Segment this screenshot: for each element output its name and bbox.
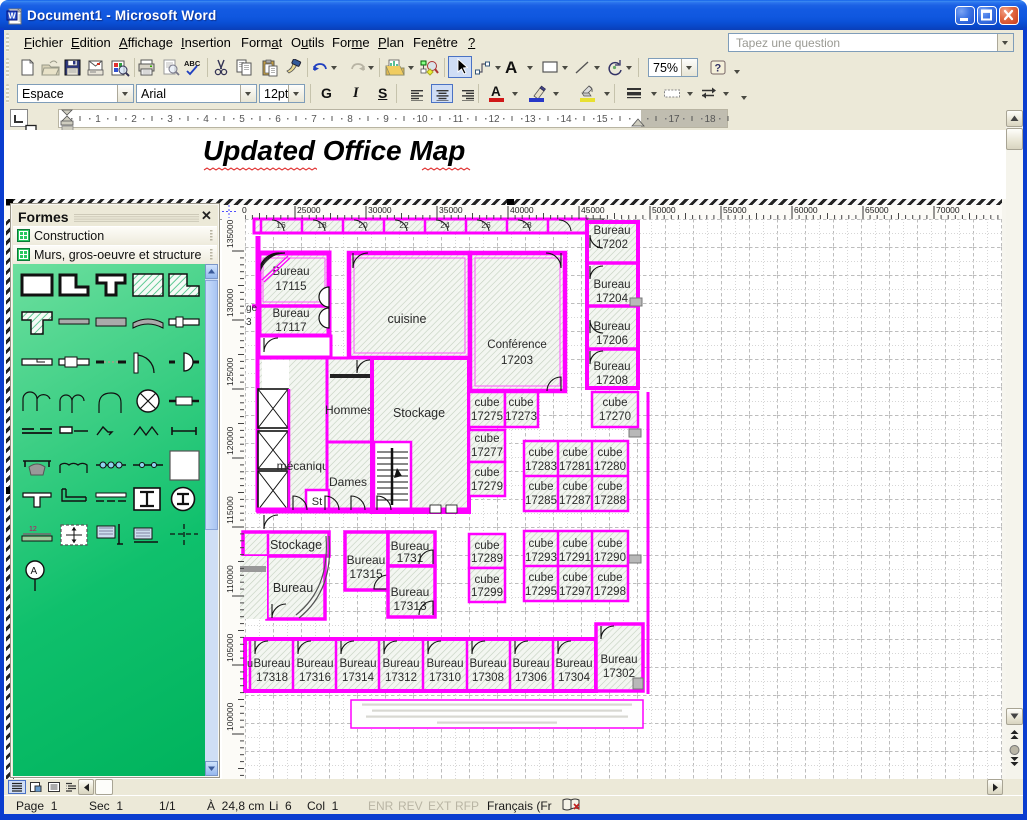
svg-text:50000: 50000 (652, 205, 676, 215)
svg-text:120000: 120000 (225, 426, 235, 455)
svg-text:12: 12 (488, 114, 500, 125)
svg-text:ABC: ABC (184, 59, 201, 68)
svg-text:18: 18 (704, 114, 716, 125)
svg-text:70000: 70000 (936, 205, 960, 215)
svg-text:65000: 65000 (865, 205, 889, 215)
svg-text:40000: 40000 (510, 205, 534, 215)
svg-text:15: 15 (596, 114, 608, 125)
svg-text:14: 14 (560, 114, 572, 125)
svg-text:11: 11 (453, 114, 464, 125)
svg-text:10: 10 (416, 114, 428, 125)
svg-text:55000: 55000 (723, 205, 747, 215)
svg-text:13: 13 (524, 114, 536, 125)
svg-text:115000: 115000 (225, 496, 235, 524)
svg-text:1: 1 (95, 114, 101, 125)
svg-text:60000: 60000 (794, 205, 818, 215)
svg-text:4: 4 (203, 114, 209, 125)
svg-text:2: 2 (131, 114, 137, 125)
svg-text:7: 7 (311, 114, 317, 125)
svg-text:5: 5 (239, 114, 245, 125)
svg-text:100000: 100000 (225, 702, 235, 731)
svg-text:25000: 25000 (297, 205, 321, 215)
svg-text:0: 0 (242, 205, 247, 215)
svg-text:30000: 30000 (368, 205, 392, 215)
svg-text:105000: 105000 (225, 633, 235, 662)
svg-text:8: 8 (347, 114, 353, 125)
svg-text:110000: 110000 (225, 565, 235, 593)
svg-text:6: 6 (275, 114, 281, 125)
svg-text:A: A (31, 566, 38, 577)
svg-text:?: ? (715, 63, 722, 75)
svg-text:W: W (8, 11, 16, 20)
svg-text:125000: 125000 (225, 357, 235, 386)
svg-text:12: 12 (29, 526, 37, 533)
svg-text:135000: 135000 (225, 219, 235, 248)
svg-text:9: 9 (383, 114, 389, 125)
svg-text:35000: 35000 (439, 205, 463, 215)
svg-text:17: 17 (668, 114, 680, 125)
svg-text:3: 3 (167, 114, 173, 125)
svg-text:45000: 45000 (581, 205, 605, 215)
svg-text:130000: 130000 (225, 288, 235, 317)
